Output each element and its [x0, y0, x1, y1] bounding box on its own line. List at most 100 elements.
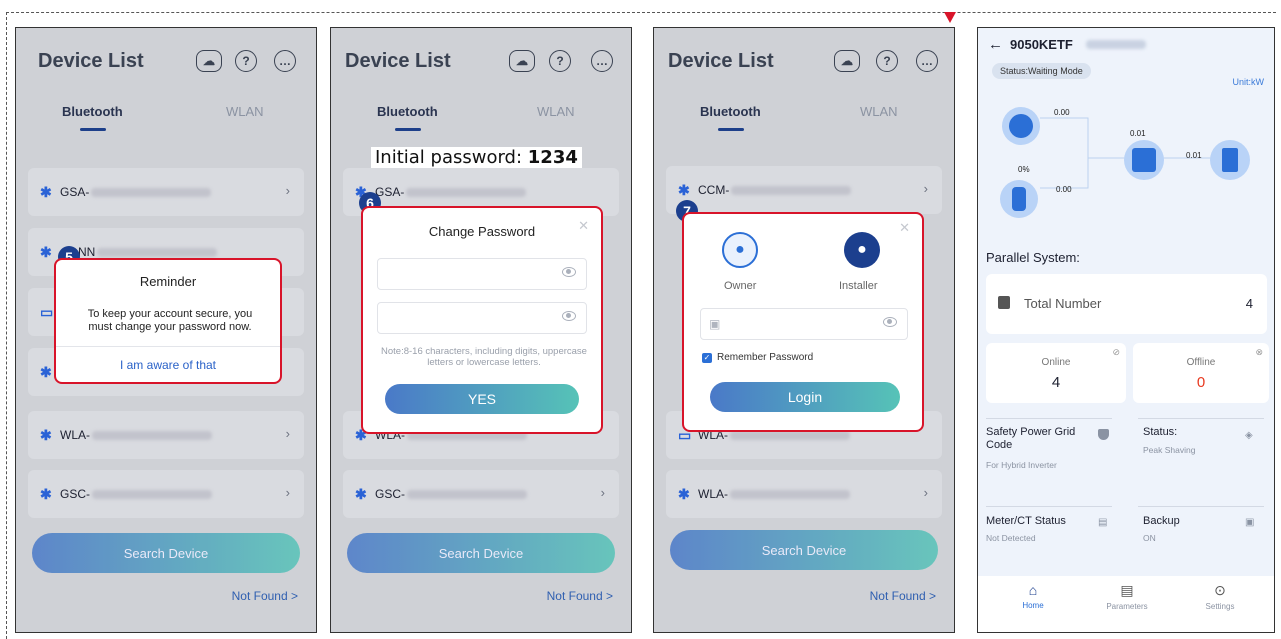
page-title: Device List [668, 50, 774, 72]
tab-bluetooth[interactable]: Bluetooth [62, 104, 123, 119]
battery-percent: 0% [1018, 165, 1030, 174]
owner-icon[interactable]: ● [722, 232, 758, 268]
search-device-button[interactable]: Search Device [670, 530, 938, 570]
more-circle-icon: ⊙ [1214, 582, 1226, 598]
nav-home[interactable]: ⌂ Home [998, 582, 1068, 610]
eye-icon[interactable] [562, 311, 576, 321]
nav-parameters[interactable]: ▤ Parameters [1092, 582, 1162, 611]
online-label: Online [1041, 357, 1071, 368]
back-arrow-icon[interactable]: ← [988, 36, 1003, 53]
blurred-serial [92, 430, 212, 440]
status-sub: Peak Shaving [1143, 445, 1196, 455]
more-icon[interactable]: … [274, 50, 296, 72]
status-badge: Status:Waiting Mode [992, 63, 1091, 79]
installer-label: Installer [839, 280, 878, 292]
login-button[interactable]: Login [710, 382, 900, 412]
shield-icon [1098, 429, 1109, 440]
backup-icon: ▣ [1245, 517, 1255, 528]
tab-wlan[interactable]: WLAN [537, 104, 575, 119]
bluetooth-icon: ✱ [678, 181, 690, 198]
total-number-value: 4 [1245, 296, 1253, 311]
device-row[interactable]: ✱ GSC- › [28, 470, 304, 518]
search-device-button[interactable]: Search Device [347, 533, 615, 573]
not-found-link[interactable]: Not Found > [547, 589, 613, 603]
device-row[interactable]: ✱ WLA- › [666, 470, 942, 518]
dialog-message: To keep your account secure, you must ch… [87, 308, 253, 333]
blurred-serial [97, 247, 218, 257]
more-icon[interactable]: … [916, 50, 938, 72]
page-title: Device List [38, 50, 144, 72]
device-name: WLA- [60, 428, 90, 442]
total-number-card[interactable]: Total Number 4 [986, 274, 1267, 334]
close-icon[interactable]: ✕ [578, 218, 589, 234]
device-name: GSC- [60, 487, 90, 501]
battery-power-value: 0.00 [1056, 185, 1072, 194]
unit-label: Unit:kW [1232, 77, 1265, 87]
lock-icon: ▣ [709, 317, 721, 331]
not-found-link[interactable]: Not Found > [232, 589, 298, 603]
new-password-field[interactable] [377, 258, 587, 290]
tab-bluetooth[interactable]: Bluetooth [377, 104, 438, 119]
eye-icon[interactable] [562, 267, 576, 277]
reminder-dialog: Reminder To keep your account secure, yo… [54, 258, 282, 384]
chevron-right-icon: › [285, 426, 290, 441]
blurred-serial [91, 187, 212, 197]
blurred-serial [731, 185, 852, 195]
parallel-system-title: Parallel System: [986, 250, 1080, 265]
device-row[interactable]: ✱ CCM- › [666, 166, 942, 214]
tab-underline [718, 128, 744, 131]
safety-code-title: Safety Power Grid Code [986, 426, 1076, 451]
password-field[interactable]: ▣ [700, 308, 908, 340]
checkbox-checked-icon[interactable]: ✓ [702, 352, 712, 363]
initial-password-annotation: Initial password: 1234 [371, 147, 582, 168]
device-row[interactable]: ✱ WLA- › [28, 411, 304, 459]
backup-sub: ON [1143, 533, 1156, 543]
yes-button[interactable]: YES [385, 384, 579, 414]
help-icon[interactable]: ? [876, 50, 898, 72]
installer-icon[interactable]: ● [844, 232, 880, 268]
total-number-label: Total Number [1024, 296, 1102, 311]
bluetooth-icon: ✱ [40, 485, 52, 502]
blurred-serial [730, 489, 850, 499]
tab-wlan[interactable]: WLAN [226, 104, 264, 119]
tab-wlan[interactable]: WLAN [860, 104, 898, 119]
cloud-icon[interactable]: ☁ [196, 50, 222, 72]
divider [986, 506, 1112, 507]
change-password-dialog: Change Password ✕ Note:8-16 characters, … [361, 206, 603, 434]
close-icon[interactable]: ✕ [899, 220, 910, 236]
confirm-password-field[interactable] [377, 302, 587, 334]
bluetooth-icon: ✱ [40, 183, 52, 200]
nav-settings[interactable]: ⊙ Settings [1185, 582, 1255, 611]
help-icon[interactable]: ? [235, 50, 257, 72]
bluetooth-icon: ✱ [678, 485, 690, 502]
device-title: 9050KETF [1010, 37, 1073, 52]
device-row[interactable]: ✱ GSA- › [28, 168, 304, 216]
cloud-icon[interactable]: ☁ [509, 50, 535, 72]
acknowledge-button[interactable]: I am aware of that [56, 358, 280, 372]
password-note: Note:8-16 characters, including digits, … [381, 346, 587, 368]
chevron-right-icon: › [923, 485, 928, 500]
eye-icon[interactable] [883, 317, 897, 327]
divider [1138, 506, 1264, 507]
tab-bluetooth[interactable]: Bluetooth [700, 104, 761, 119]
divider [986, 418, 1112, 419]
more-icon[interactable]: … [591, 50, 613, 72]
offline-card[interactable]: ⊗ Offline 0 [1133, 343, 1269, 403]
dialog-title: Change Password [428, 224, 536, 239]
device-row[interactable]: ✱ GSC- › [343, 470, 619, 518]
cloud-icon[interactable]: ☁ [834, 50, 860, 72]
device-name: WLA- [698, 487, 728, 501]
help-icon[interactable]: ? [549, 50, 571, 72]
chevron-right-icon: › [923, 181, 928, 196]
online-card[interactable]: ⊘ Online 4 [986, 343, 1126, 403]
annotation-label: Initial password: [375, 147, 528, 168]
nav-label: Parameters [1106, 602, 1148, 611]
nav-label: Home [1022, 601, 1044, 610]
remember-password-checkbox[interactable]: ✓ Remember Password [702, 352, 813, 363]
phone-screen-3: Device List ☁ ? … Bluetooth WLAN ✱ CCM- › … [653, 27, 955, 633]
search-device-button[interactable]: Search Device [32, 533, 300, 573]
blurred-serial [92, 489, 212, 499]
not-found-link[interactable]: Not Found > [870, 589, 936, 603]
annotation-value: 1234 [527, 147, 578, 168]
home-icon [1124, 140, 1164, 180]
